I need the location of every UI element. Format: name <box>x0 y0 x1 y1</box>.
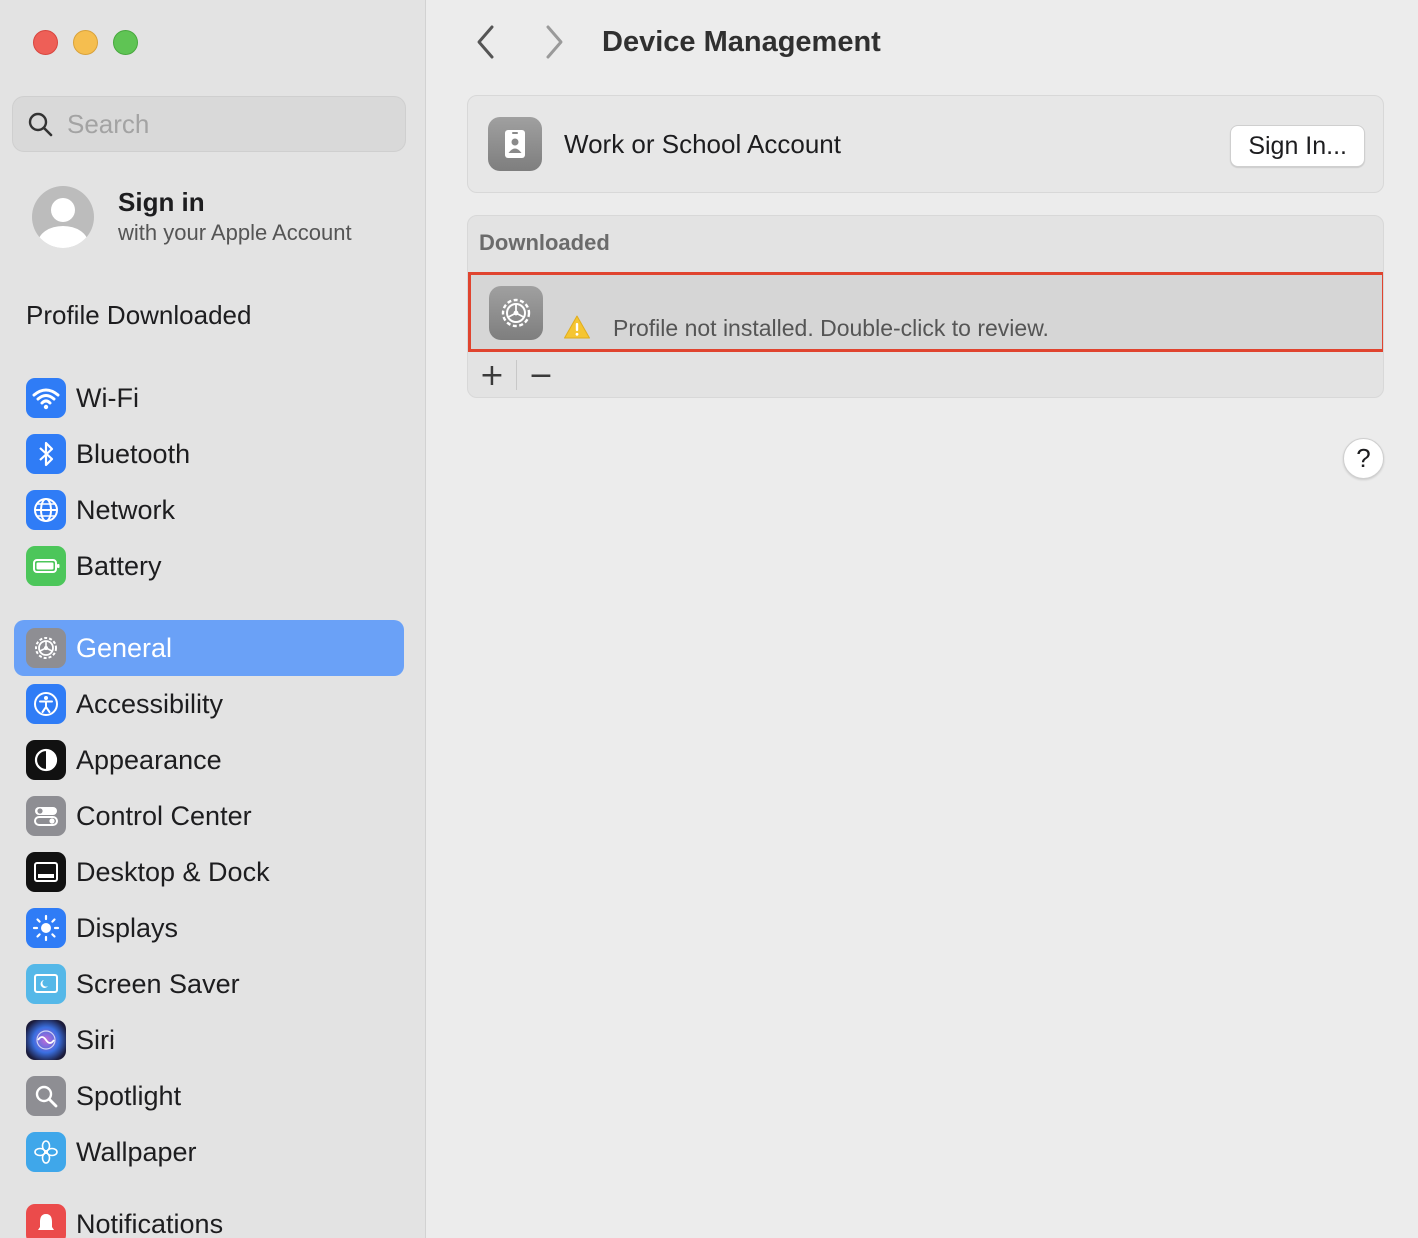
search-icon <box>28 112 53 137</box>
sidebar-item-label: Siri <box>76 1024 115 1055</box>
work-account-card: Work or School Account Sign In... <box>467 95 1384 193</box>
back-button[interactable] <box>465 22 505 62</box>
search-field[interactable] <box>12 96 406 152</box>
sidebar-item-label: Bluetooth <box>76 438 191 469</box>
gear-icon <box>26 628 66 668</box>
screen-saver-icon <box>26 964 66 1004</box>
help-button[interactable]: ? <box>1343 438 1384 479</box>
sidebar-item-general[interactable]: General <box>14 620 404 676</box>
siri-icon <box>26 1020 66 1060</box>
sidebar-item-battery[interactable]: Battery <box>14 538 404 594</box>
downloaded-profile-row[interactable]: Profile not installed. Double-click to r… <box>468 272 1383 352</box>
sidebar-item-desktop-dock[interactable]: Desktop & Dock <box>14 844 404 900</box>
work-account-label: Work or School Account <box>564 128 841 159</box>
bell-icon <box>26 1204 66 1238</box>
profile-list-toolbar: + − <box>468 355 565 395</box>
globe-icon <box>26 490 66 530</box>
add-profile-button[interactable]: + <box>468 357 516 393</box>
apple-account-sign-in[interactable]: Sign in with your Apple Account <box>32 186 352 248</box>
sidebar-item-label: Notifications <box>76 1208 224 1238</box>
forward-button[interactable] <box>535 22 575 62</box>
account-subtitle: with your Apple Account <box>118 220 352 245</box>
accessibility-icon <box>26 684 66 724</box>
chevron-right-icon <box>546 25 563 59</box>
chevron-left-icon <box>477 25 494 59</box>
sidebar-item-spotlight[interactable]: Spotlight <box>14 1068 404 1124</box>
sidebar-item-bluetooth[interactable]: Bluetooth <box>14 426 404 482</box>
sidebar-item-label: Accessibility <box>76 688 224 719</box>
sidebar-group-system: General Accessibility Appearance Control… <box>14 620 404 1180</box>
sidebar-item-label: Wallpaper <box>76 1136 197 1167</box>
wifi-icon <box>26 378 66 418</box>
close-window-button[interactable] <box>33 30 58 55</box>
dock-icon <box>26 852 66 892</box>
sidebar-item-wifi[interactable]: Wi-Fi <box>14 370 404 426</box>
sidebar-item-label: Appearance <box>76 744 222 775</box>
sidebar-item-label: Control Center <box>76 800 252 831</box>
bluetooth-icon <box>26 434 66 474</box>
sidebar-item-notifications[interactable]: Notifications <box>14 1196 404 1238</box>
sidebar-item-label: Desktop & Dock <box>76 856 270 887</box>
sidebar-item-displays[interactable]: Displays <box>14 900 404 956</box>
sidebar-item-screen-saver[interactable]: Screen Saver <box>14 956 404 1012</box>
flower-icon <box>26 1132 66 1172</box>
sun-icon <box>26 908 66 948</box>
sidebar-item-wallpaper[interactable]: Wallpaper <box>14 1124 404 1180</box>
sidebar-item-profile-downloaded[interactable]: Profile Downloaded <box>26 300 251 331</box>
control-center-icon <box>26 796 66 836</box>
sidebar-item-appearance[interactable]: Appearance <box>14 732 404 788</box>
sidebar-group-network: Wi-Fi Bluetooth Network Battery <box>14 370 404 594</box>
id-badge-icon <box>488 117 542 171</box>
appearance-icon <box>26 740 66 780</box>
window-controls <box>33 30 138 55</box>
sidebar-item-label: Spotlight <box>76 1080 182 1111</box>
avatar <box>32 186 94 248</box>
sidebar-item-label: Battery <box>76 550 162 581</box>
main-content: Device Management Work or School Account… <box>427 0 1418 1238</box>
sidebar-item-network[interactable]: Network <box>14 482 404 538</box>
remove-profile-button[interactable]: − <box>517 357 565 393</box>
gear-icon <box>489 286 543 340</box>
sidebar: Sign in with your Apple Account Profile … <box>0 0 426 1238</box>
sidebar-item-siri[interactable]: Siri <box>14 1012 404 1068</box>
search-input[interactable] <box>67 108 387 140</box>
sidebar-group-notifications: Notifications <box>14 1196 404 1238</box>
warning-icon <box>564 315 590 339</box>
sidebar-item-control-center[interactable]: Control Center <box>14 788 404 844</box>
battery-icon <box>26 546 66 586</box>
account-title: Sign in <box>118 187 205 217</box>
sidebar-item-accessibility[interactable]: Accessibility <box>14 676 404 732</box>
sidebar-item-label: Screen Saver <box>76 968 240 999</box>
section-header-downloaded: Downloaded <box>479 230 610 255</box>
minimize-window-button[interactable] <box>73 30 98 55</box>
downloaded-profiles-card: Downloaded Profile not installed. Double… <box>467 215 1384 398</box>
profile-status-text: Profile not installed. Double-click to r… <box>613 315 1049 341</box>
sign-in-button[interactable]: Sign In... <box>1230 125 1365 167</box>
sidebar-item-label: Network <box>76 494 176 525</box>
magnifier-icon <box>26 1076 66 1116</box>
page-title: Device Management <box>602 26 881 58</box>
sidebar-item-label: General <box>76 632 173 663</box>
zoom-window-button[interactable] <box>113 30 138 55</box>
sidebar-item-label: Displays <box>76 912 179 943</box>
sidebar-item-label: Wi-Fi <box>76 382 139 413</box>
